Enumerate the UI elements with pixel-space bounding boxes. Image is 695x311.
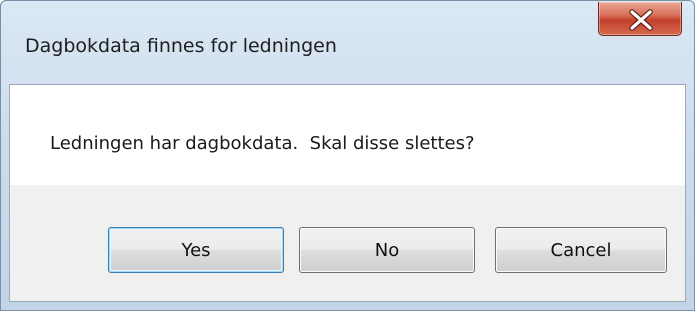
- close-button[interactable]: [598, 2, 682, 36]
- window-title: Dagbokdata finnes for ledningen: [25, 35, 337, 57]
- cancel-button[interactable]: Cancel: [495, 227, 667, 273]
- dialog-window: Dagbokdata finnes for ledningen Ledninge…: [0, 0, 695, 311]
- title-bar[interactable]: Dagbokdata finnes for ledningen: [1, 1, 694, 84]
- message-area: Ledningen har dagbokdata. Skal disse sle…: [10, 85, 685, 185]
- close-icon: [629, 9, 653, 31]
- yes-button[interactable]: Yes: [108, 227, 284, 273]
- no-button[interactable]: No: [299, 227, 475, 273]
- dialog-client-area: Ledningen har dagbokdata. Skal disse sle…: [9, 84, 686, 302]
- dialog-message: Ledningen har dagbokdata. Skal disse sle…: [50, 133, 475, 154]
